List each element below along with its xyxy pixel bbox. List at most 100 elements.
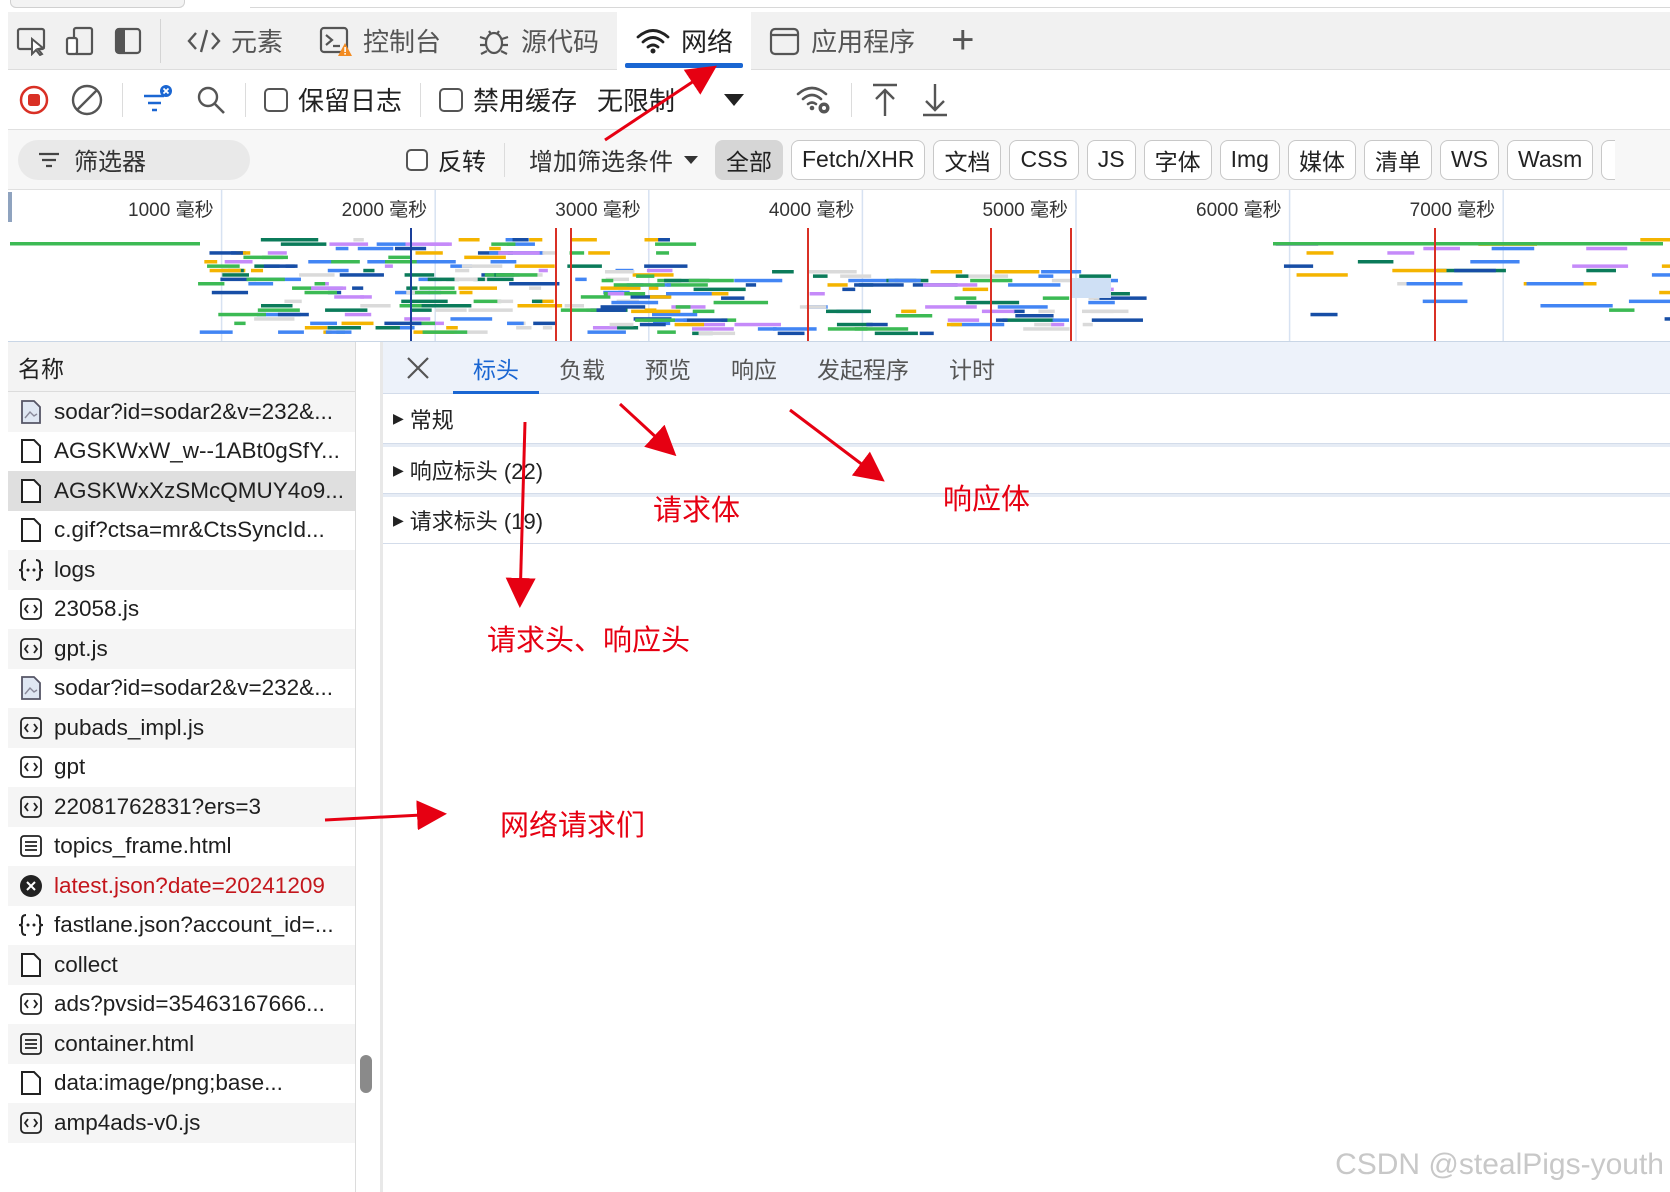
tab-console[interactable]: 控制台	[301, 12, 459, 70]
tab-network[interactable]: 网络	[617, 11, 752, 70]
timeline-request-bar	[600, 286, 641, 290]
request-row[interactable]: fastlane.json?account_id=...	[8, 906, 355, 946]
timeline-request-bar	[807, 270, 844, 274]
request-row[interactable]: AGSKWxXzSMcQMUY4o9...	[8, 471, 355, 511]
invert-checkbox[interactable]: 反转	[396, 142, 496, 177]
chip-more[interactable]	[1601, 139, 1616, 180]
timeline-request-bar	[421, 304, 441, 308]
script-icon	[18, 636, 44, 662]
inspect-element-icon[interactable]	[8, 12, 56, 70]
tab-payload[interactable]: 负载	[539, 342, 625, 394]
request-row[interactable]: sodar?id=sodar2&v=232&...	[8, 669, 355, 709]
export-har-button[interactable]	[910, 70, 960, 130]
tab-sources[interactable]: 源代码	[459, 12, 617, 70]
tab-timing[interactable]: 计时	[929, 342, 1015, 394]
request-row[interactable]: topics_frame.html	[8, 827, 355, 867]
filter-input[interactable]: 筛选器	[18, 139, 250, 180]
request-name: pubads_impl.js	[54, 714, 205, 740]
timeline-request-bar	[1283, 264, 1314, 268]
name-column-header[interactable]: 名称	[8, 342, 355, 392]
clear-icon	[71, 84, 103, 115]
more-tabs-plus-icon[interactable]: +	[933, 18, 992, 63]
chip-wasm[interactable]: Wasm	[1507, 139, 1594, 180]
checkbox-box[interactable]	[439, 87, 464, 112]
timeline-range-handle	[8, 192, 12, 222]
search-button[interactable]	[185, 70, 237, 130]
timeline-request-bar	[954, 296, 977, 300]
disable-cache-label: 禁用缓存	[473, 86, 578, 116]
timeline-request-bar	[895, 314, 933, 318]
timeline-request-bar	[930, 270, 963, 274]
timeline-request-bar	[1088, 300, 1115, 305]
record-stop-button[interactable]	[8, 70, 60, 130]
request-row[interactable]: ads?pvsid=35463167666...	[8, 985, 355, 1025]
throttling-select[interactable]: 无限制	[587, 81, 755, 118]
section-general[interactable]: ▶ 常规	[383, 394, 1670, 444]
timeline-request-bar	[335, 246, 349, 251]
request-row[interactable]: gpt.js	[8, 629, 355, 669]
request-row[interactable]: pubads_impl.js	[8, 708, 355, 748]
tab-initiator[interactable]: 发起程序	[797, 342, 929, 394]
import-har-button[interactable]	[860, 70, 910, 130]
chip-all[interactable]: 全部	[715, 139, 783, 180]
request-row[interactable]: logs	[8, 550, 355, 590]
checkbox-box[interactable]	[406, 148, 428, 171]
request-row[interactable]: sodar?id=sodar2&v=232&...	[8, 392, 355, 432]
filter-toggle-button[interactable]	[131, 70, 185, 130]
timeline-request-bar	[404, 317, 431, 321]
add-filter-dropdown[interactable]: 增加筛选条件	[513, 142, 715, 177]
request-row[interactable]: c.gif?ctsa=mr&CtsSyncId...	[8, 511, 355, 551]
request-name: sodar?id=sodar2&v=232&...	[54, 675, 333, 701]
network-toolbar: 保留日志 禁用缓存 无限制	[8, 70, 1670, 130]
timeline-chart[interactable]: 1000 毫秒 2000 毫秒 3000 毫秒 4000 毫秒 5000 毫秒 6000 …	[8, 190, 1670, 342]
timeline-request-bar	[495, 251, 540, 255]
tab-label: 源代码	[521, 27, 600, 57]
device-toolbar-icon[interactable]	[56, 12, 104, 70]
chip-js[interactable]: JS	[1086, 139, 1136, 180]
timeline-request-bar	[827, 327, 868, 331]
chip-fetch-xhr[interactable]: Fetch/XHR	[791, 139, 926, 180]
close-detail-button[interactable]	[383, 342, 453, 394]
chip-css[interactable]: CSS	[1009, 139, 1079, 180]
request-name: 22081762831?ers=3	[54, 793, 262, 819]
console-icon	[319, 25, 353, 57]
chip-ws[interactable]: WS	[1439, 139, 1500, 180]
chip-media[interactable]: 媒体	[1287, 139, 1356, 180]
request-row[interactable]: amp4ads-v0.js	[8, 1103, 355, 1143]
checkbox-box[interactable]	[264, 87, 288, 112]
filter-row: 筛选器 反转 增加筛选条件 全部 Fetch/XHR 文档 CSS JS 字体 …	[8, 130, 1670, 190]
chip-doc[interactable]: 文档	[933, 139, 1002, 180]
disable-cache-checkbox[interactable]: 禁用缓存	[429, 81, 587, 118]
chip-font[interactable]: 字体	[1143, 139, 1212, 180]
section-label: 响应标头 (22)	[409, 459, 544, 484]
request-name: latest.json?date=20241209	[54, 872, 325, 898]
request-row[interactable]: container.html	[8, 1024, 355, 1064]
request-row[interactable]: 23058.js	[8, 590, 355, 630]
request-row[interactable]: latest.json?date=20241209	[8, 866, 355, 906]
tab-response[interactable]: 响应	[711, 342, 797, 394]
timeline-request-bar	[962, 287, 989, 292]
tab-elements[interactable]: 元素	[169, 12, 301, 70]
timeline-request-bar	[922, 283, 978, 287]
chip-manifest[interactable]: 清单	[1363, 139, 1432, 180]
timeline-request-bar	[874, 331, 918, 336]
timeline-request-bar	[1659, 290, 1670, 295]
network-conditions-button[interactable]	[785, 70, 843, 130]
request-row[interactable]: AGSKWxW_w--1ABt0gSfY...	[8, 432, 355, 472]
timeline-request-bar	[529, 286, 542, 290]
timeline-request-bar	[966, 300, 1020, 305]
request-row[interactable]: collect	[8, 945, 355, 985]
tab-headers[interactable]: 标头	[453, 342, 539, 394]
request-row[interactable]: data:image/png;base...	[8, 1064, 355, 1104]
clear-button[interactable]	[60, 70, 114, 130]
preserve-log-checkbox[interactable]: 保留日志	[254, 81, 412, 118]
chip-img[interactable]: Img	[1219, 139, 1280, 180]
dock-side-icon[interactable]	[104, 12, 152, 70]
request-row[interactable]: 22081762831?ers=3	[8, 787, 355, 827]
timeline-overview[interactable]: 1000 毫秒 2000 毫秒 3000 毫秒 4000 毫秒 5000 毫秒 6000 …	[8, 190, 1670, 342]
previous-tab-edge	[10, 0, 185, 8]
tab-application[interactable]: 应用程序	[751, 12, 933, 70]
request-row[interactable]: gpt	[8, 748, 355, 788]
tab-preview[interactable]: 预览	[625, 342, 711, 394]
request-list-scrollbar[interactable]	[360, 1055, 372, 1093]
